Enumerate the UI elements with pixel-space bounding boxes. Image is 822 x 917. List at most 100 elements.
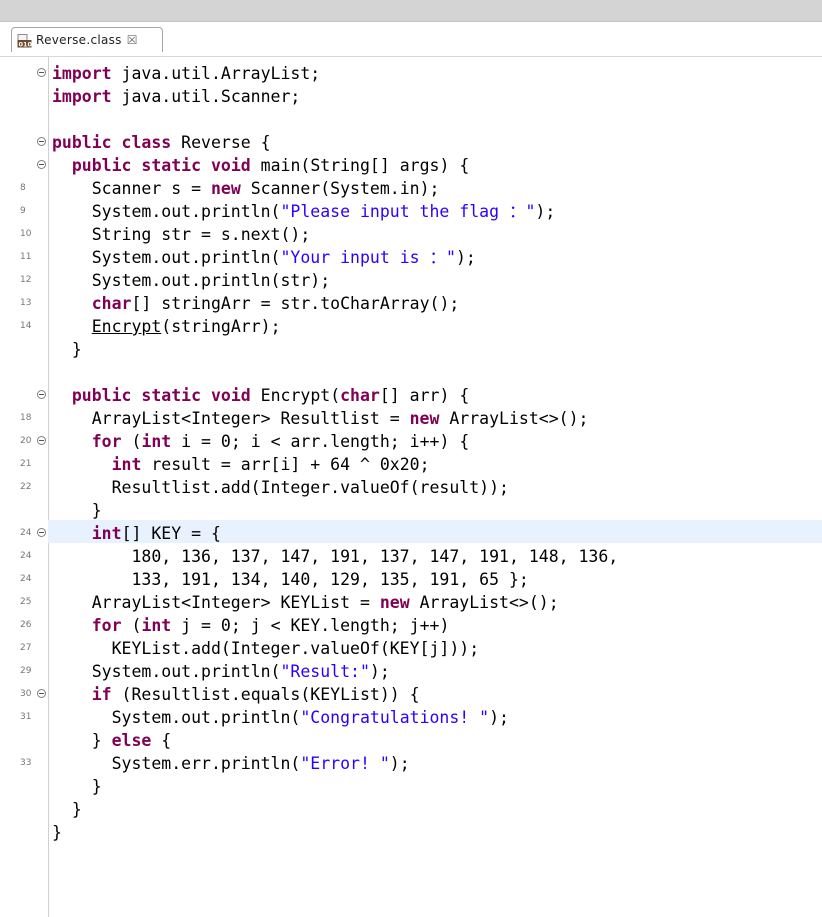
tab-reverse-class[interactable]: 010 Reverse.class ☒ (11, 27, 163, 52)
code-line[interactable]: 8 Scanner s = new Scanner(System.in); (0, 177, 822, 200)
code-token: 180, 136, 137, 147, 191, 137, 147, 191, … (52, 547, 619, 566)
code-line[interactable]: 22 Resultlist.add(Integer.valueOf(result… (0, 476, 822, 499)
keyword-token: char (340, 386, 380, 405)
code-token: i = 0; i < arr.length; i++) { (171, 432, 470, 451)
code-token: Resultlist.add(Integer.valueOf(result)); (52, 478, 509, 497)
code-line[interactable]: 24 180, 136, 137, 147, 191, 137, 147, 19… (0, 545, 822, 568)
keyword-token: int (111, 455, 142, 474)
code-line[interactable] (0, 361, 822, 384)
code-line[interactable]: import java.util.Scanner; (0, 85, 822, 108)
code-token: Scanner s = (52, 179, 211, 198)
code-line[interactable]: } (0, 798, 822, 821)
code-line[interactable]: 27 KEYList.add(Integer.valueOf(KEY[j])); (0, 637, 822, 660)
keyword-token: public (71, 156, 132, 175)
fold-collapse-icon[interactable] (37, 689, 46, 698)
code-line[interactable]: 30 if (Resultlist.equals(KEYList)) { (0, 683, 822, 706)
code-line[interactable]: 31 System.out.println("Congratulations! … (0, 706, 822, 729)
line-number: 31 (20, 712, 32, 722)
code-text: 133, 191, 134, 140, 129, 135, 191, 65 }; (52, 568, 528, 591)
line-number: 29 (20, 666, 32, 676)
code-line[interactable]: } else { (0, 729, 822, 752)
code-editor[interactable]: import java.util.ArrayList; import java.u… (0, 57, 822, 917)
string-token: "Please input the flag ：" (280, 202, 536, 221)
code-line[interactable]: } (0, 499, 822, 522)
code-token: main(String[] args) { (250, 156, 470, 175)
code-line[interactable]: 18 ArrayList<Integer> Resultlist = new A… (0, 407, 822, 430)
code-token: System.out.println(str); (52, 271, 331, 290)
fold-collapse-icon[interactable] (37, 436, 46, 445)
code-text: } (52, 798, 82, 821)
code-line[interactable]: public class Reverse { (0, 131, 822, 154)
keyword-token: if (91, 685, 112, 704)
code-token: ); (455, 248, 476, 267)
line-number: 12 (20, 275, 32, 285)
code-text: Resultlist.add(Integer.valueOf(result)); (52, 476, 509, 499)
code-token: ArrayList<>(); (409, 593, 559, 612)
code-text: Scanner s = new Scanner(System.in); (52, 177, 440, 200)
code-line[interactable]: 21 int result = arr[i] + 64 ^ 0x20; (0, 453, 822, 476)
source-code[interactable]: import java.util.ArrayList; import java.u… (0, 62, 822, 844)
code-token: { (151, 731, 172, 750)
code-text: int result = arr[i] + 64 ^ 0x20; (52, 453, 430, 476)
fold-collapse-icon[interactable] (37, 390, 46, 399)
code-line[interactable]: 14 Encrypt(stringArr); (0, 315, 822, 338)
code-text: import java.util.Scanner; (52, 85, 300, 108)
code-line[interactable]: 25 ArrayList<Integer> KEYList = new Arra… (0, 591, 822, 614)
code-line[interactable]: } (0, 775, 822, 798)
code-line[interactable]: public static void main(String[] args) { (0, 154, 822, 177)
fold-collapse-icon[interactable] (37, 68, 46, 77)
code-line[interactable]: 13 char[] stringArr = str.toCharArray(); (0, 292, 822, 315)
fold-collapse-icon[interactable] (37, 137, 46, 146)
line-number: 33 (20, 758, 32, 768)
code-token: ArrayList<Integer> KEYList = (52, 593, 380, 612)
line-number: 14 (20, 321, 32, 331)
fold-collapse-icon[interactable] (37, 160, 46, 169)
code-token: String str = s.next(); (52, 225, 311, 244)
code-line[interactable]: } (0, 821, 822, 844)
code-line[interactable]: 12 System.out.println(str); (0, 269, 822, 292)
title-strip (0, 0, 822, 22)
code-line[interactable]: 26 for (int j = 0; j < KEY.length; j++) (0, 614, 822, 637)
code-line[interactable]: import java.util.ArrayList; (0, 62, 822, 85)
code-text: public static void main(String[] args) { (52, 154, 469, 177)
keyword-token: public (52, 133, 112, 152)
code-line[interactable]: 29 System.out.println("Result:"); (0, 660, 822, 683)
code-line[interactable]: 24 133, 191, 134, 140, 129, 135, 191, 65… (0, 568, 822, 591)
keyword-token: char (91, 294, 132, 313)
code-token: } (52, 777, 102, 796)
code-line[interactable]: } (0, 338, 822, 361)
keyword-token: new (409, 409, 440, 428)
fold-collapse-icon[interactable] (37, 528, 46, 537)
editor-tab-bar: 010 Reverse.class ☒ (0, 22, 822, 57)
code-line[interactable]: 9 System.out.println("Please input the f… (0, 200, 822, 223)
code-text: } else { (52, 729, 172, 752)
code-line[interactable]: 20 for (int i = 0; i < arr.length; i++) … (0, 430, 822, 453)
string-token: "Congratulations! " (300, 708, 490, 727)
code-line[interactable]: 24 int[] KEY = { (0, 522, 822, 545)
code-line[interactable]: 10 String str = s.next(); (0, 223, 822, 246)
line-number: 22 (20, 482, 32, 492)
code-line[interactable]: 33 System.err.println("Error! "); (0, 752, 822, 775)
code-token: Encrypt( (250, 386, 341, 405)
line-number: 11 (20, 252, 32, 262)
close-tab-icon[interactable]: ☒ (127, 33, 138, 47)
line-number: 9 (20, 206, 26, 216)
line-number: 24 (20, 574, 32, 584)
code-token: Reverse { (171, 133, 271, 152)
keyword-token: public (71, 386, 132, 405)
string-token: "Result:" (280, 662, 370, 681)
code-text: String str = s.next(); (52, 223, 311, 246)
code-line[interactable] (0, 108, 822, 131)
code-text: public class Reverse { (52, 131, 271, 154)
code-line[interactable]: public static void Encrypt(char[] arr) { (0, 384, 822, 407)
code-line[interactable]: 11 System.out.println("Your input is ：")… (0, 246, 822, 269)
line-number: 8 (20, 183, 26, 193)
code-token: ArrayList<>(); (439, 409, 589, 428)
code-token: java.util.ArrayList; (111, 64, 321, 83)
tab-label: Reverse.class (36, 33, 122, 47)
